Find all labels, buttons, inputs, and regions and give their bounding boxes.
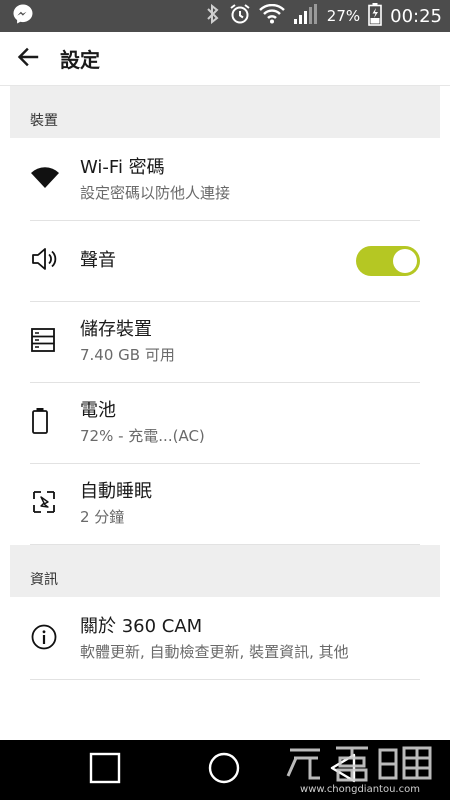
app-bar: 設定 [0,32,450,86]
storage-title: 儲存裝置 [80,319,152,340]
status-time: 00:25 [390,5,442,27]
battery-icon [30,406,50,440]
wifi-icon [30,166,60,194]
info-icon [30,623,58,655]
svg-text:www.chongdiantou.com: www.chongdiantou.com [300,784,420,795]
wifi-password-subtitle: 設定密碼以防他人連接 [80,184,231,202]
messenger-icon [12,3,34,29]
back-button[interactable] [0,32,56,86]
section-header-info: 資訊 [10,545,440,597]
sound-item[interactable]: 聲音 [30,221,420,302]
battery-subtitle: 72% - 充電...(AC) [80,427,205,445]
sound-toggle[interactable] [356,246,420,276]
home-button[interactable] [189,740,259,800]
signal-icon [293,3,319,29]
status-bar: 27% 00:25 [0,0,450,32]
about-subtitle: 軟體更新, 自動檢查更新, 裝置資訊, 其他 [80,643,349,661]
wifi-password-item[interactable]: Wi-Fi 密碼 設定密碼以防他人連接 [30,140,420,221]
auto-sleep-subtitle: 2 分鐘 [80,508,125,526]
page-title: 設定 [60,48,100,72]
storage-item[interactable]: 儲存裝置 7.40 GB 可用 [30,302,420,383]
battery-percentage: 27% [326,7,361,25]
battery-item[interactable]: 電池 72% - 充電...(AC) [30,383,420,464]
recents-square-icon [89,752,121,788]
storage-subtitle: 7.40 GB 可用 [80,346,175,364]
speaker-icon [30,245,58,277]
recents-button[interactable] [70,740,140,800]
about-item[interactable]: 關於 360 CAM 軟體更新, 自動檢查更新, 裝置資訊, 其他 [30,599,420,680]
wifi-icon [258,3,285,28]
toggle-knob [393,249,417,273]
alarm-icon [229,3,251,29]
sleep-icon [30,488,58,520]
arrow-left-icon [16,45,40,73]
sound-title: 聲音 [80,250,116,271]
battery-icon [368,2,382,30]
bluetooth-icon [205,3,221,29]
home-circle-icon [208,752,240,788]
auto-sleep-title: 自動睡眠 [80,481,152,502]
battery-title: 電池 [80,400,116,421]
auto-sleep-item[interactable]: 自動睡眠 2 分鐘 [30,464,420,545]
about-title: 關於 360 CAM [80,616,203,637]
wifi-password-title: Wi-Fi 密碼 [80,157,165,178]
storage-icon [30,327,56,357]
section-header-device: 裝置 [10,86,440,138]
watermark-logo: www.chongdiantou.com [280,744,440,796]
